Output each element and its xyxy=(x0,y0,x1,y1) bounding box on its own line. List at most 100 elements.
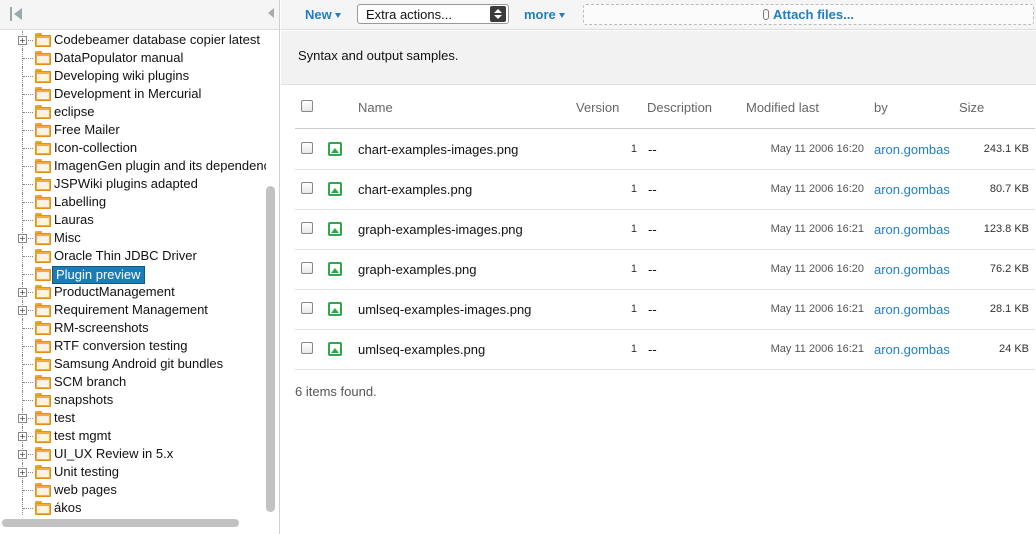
tree-item-label: Samsung Android git bundles xyxy=(54,356,224,371)
tree-item[interactable]: DataPopulator manual xyxy=(0,49,266,67)
tree-item[interactable]: + Unit testing xyxy=(0,463,266,481)
row-checkbox[interactable] xyxy=(301,302,313,314)
tree-item[interactable]: SCM branch xyxy=(0,373,266,391)
tree-item[interactable]: Free Mailer xyxy=(0,121,266,139)
folder-icon xyxy=(35,285,51,299)
table-row: graph-examples-images.png 1 -- May 11 2006 … xyxy=(295,210,1035,250)
tree-item[interactable]: Developing wiki plugins xyxy=(0,67,266,85)
expand-toggle-icon[interactable]: + xyxy=(18,450,27,459)
tree-item[interactable]: web pages xyxy=(0,481,266,499)
file-name[interactable]: chart-examples-images.png xyxy=(358,142,518,157)
tree-item[interactable]: + Codebeamer database copier latest xyxy=(0,31,266,49)
tree-item[interactable]: JSPWiki plugins adapted xyxy=(0,175,266,193)
tree-item[interactable]: Oracle Thin JDBC Driver xyxy=(0,247,266,265)
tree-item[interactable]: ákos xyxy=(0,499,266,515)
tree-item-label: Icon-collection xyxy=(54,140,138,155)
file-author-link[interactable]: aron.gombas xyxy=(874,262,950,277)
column-header-name[interactable]: Name xyxy=(358,100,393,115)
tree-item[interactable]: ImagenGen plugin and its dependenc xyxy=(0,157,266,175)
tree-item[interactable]: + test mgmt xyxy=(0,427,266,445)
file-version[interactable]: 1 xyxy=(615,263,637,275)
tree-item[interactable]: RTF conversion testing xyxy=(0,337,266,355)
file-name[interactable]: chart-examples.png xyxy=(358,182,472,197)
column-header-description[interactable]: Description xyxy=(647,100,712,115)
file-version[interactable]: 1 xyxy=(615,143,637,155)
tree-item-label: test mgmt xyxy=(54,428,112,443)
description-bar: Syntax and output samples. xyxy=(281,31,1036,85)
row-checkbox[interactable] xyxy=(301,262,313,274)
table-row: umlseq-examples-images.png 1 -- May 11 2006… xyxy=(295,290,1035,330)
expand-toggle-icon[interactable]: + xyxy=(18,36,27,45)
tree-item[interactable]: Icon-collection xyxy=(0,139,266,157)
tree-item[interactable]: Plugin preview xyxy=(0,265,266,284)
expand-toggle-icon[interactable]: + xyxy=(18,432,27,441)
tree-item[interactable]: snapshots xyxy=(0,391,266,409)
expand-toggle-icon[interactable]: + xyxy=(18,234,27,243)
attach-files-dropzone[interactable]: Attach files... xyxy=(583,4,1034,25)
column-header-size[interactable]: Size xyxy=(959,100,984,115)
expand-toggle-icon[interactable]: + xyxy=(18,288,27,297)
column-header-version[interactable]: Version xyxy=(576,100,619,115)
file-author-link[interactable]: aron.gombas xyxy=(874,182,950,197)
expand-toggle-icon[interactable]: + xyxy=(18,414,27,423)
expand-toggle-icon[interactable]: + xyxy=(18,306,27,315)
row-checkbox[interactable] xyxy=(301,222,313,234)
file-size: 123.8 KB xyxy=(983,223,1029,235)
tree-item[interactable]: Development in Mercurial xyxy=(0,85,266,103)
tree-item[interactable]: + ProductManagement xyxy=(0,283,266,301)
tree-connector xyxy=(23,112,33,113)
file-name[interactable]: graph-examples.png xyxy=(358,262,477,277)
file-version[interactable]: 1 xyxy=(615,183,637,195)
row-checkbox[interactable] xyxy=(301,182,313,194)
row-checkbox[interactable] xyxy=(301,142,313,154)
new-menu-button[interactable]: New xyxy=(305,7,341,22)
file-author-link[interactable]: aron.gombas xyxy=(874,342,950,357)
folder-icon xyxy=(35,429,51,443)
tree-item[interactable]: + test xyxy=(0,409,266,427)
tree-item[interactable]: Labelling xyxy=(0,193,266,211)
column-header-by[interactable]: by xyxy=(874,100,888,115)
expand-toggle-icon[interactable]: + xyxy=(18,468,27,477)
file-size: 243.1 KB xyxy=(983,143,1029,155)
extra-actions-select[interactable]: Extra actions... xyxy=(357,4,509,24)
tree-item[interactable]: eclipse xyxy=(0,103,266,121)
tree-connector xyxy=(23,328,33,329)
file-version[interactable]: 1 xyxy=(615,223,637,235)
tree-connector xyxy=(23,130,33,131)
file-description: -- xyxy=(648,142,657,157)
column-header-modified[interactable]: Modified last xyxy=(746,100,819,115)
file-name[interactable]: umlseq-examples-images.png xyxy=(358,302,531,317)
tree-connector xyxy=(23,256,33,257)
file-author-link[interactable]: aron.gombas xyxy=(874,142,950,157)
file-version[interactable]: 1 xyxy=(615,303,637,315)
image-file-icon xyxy=(328,302,342,316)
file-name[interactable]: graph-examples-images.png xyxy=(358,222,523,237)
table-row: chart-examples-images.png 1 -- May 11 2006 … xyxy=(295,130,1035,170)
file-modified: May 11 2006 16:20 xyxy=(770,183,864,195)
tree-item[interactable]: + Requirement Management xyxy=(0,301,266,319)
file-name[interactable]: umlseq-examples.png xyxy=(358,342,485,357)
tree-item[interactable]: RM-screenshots xyxy=(0,319,266,337)
image-file-icon xyxy=(328,182,342,196)
tree-item[interactable]: Lauras xyxy=(0,211,266,229)
file-author-link[interactable]: aron.gombas xyxy=(874,222,950,237)
tree-connector xyxy=(23,220,33,221)
tree-vertical-scrollbar[interactable] xyxy=(266,186,275,512)
app-window: + Codebeamer database copier latest DataPo… xyxy=(0,0,1036,534)
paperclip-icon xyxy=(763,9,770,20)
image-file-icon xyxy=(328,222,342,236)
more-menu-button[interactable]: more xyxy=(524,7,565,22)
select-all-checkbox[interactable] xyxy=(301,100,313,112)
file-author-link[interactable]: aron.gombas xyxy=(874,302,950,317)
tree-panel-header xyxy=(0,0,279,30)
collapse-panel-icon[interactable] xyxy=(10,7,24,21)
tree-item[interactable]: + UI_UX Review in 5.x xyxy=(0,445,266,463)
file-version[interactable]: 1 xyxy=(615,343,637,355)
tree-item[interactable]: + Misc xyxy=(0,229,266,247)
row-checkbox[interactable] xyxy=(301,342,313,354)
tree-connector xyxy=(23,94,33,95)
tree-item[interactable]: Samsung Android git bundles xyxy=(0,355,266,373)
tree-horizontal-scrollbar[interactable] xyxy=(2,519,239,527)
panel-splitter-arrow-icon[interactable] xyxy=(268,8,274,18)
tree-connector xyxy=(23,382,33,383)
